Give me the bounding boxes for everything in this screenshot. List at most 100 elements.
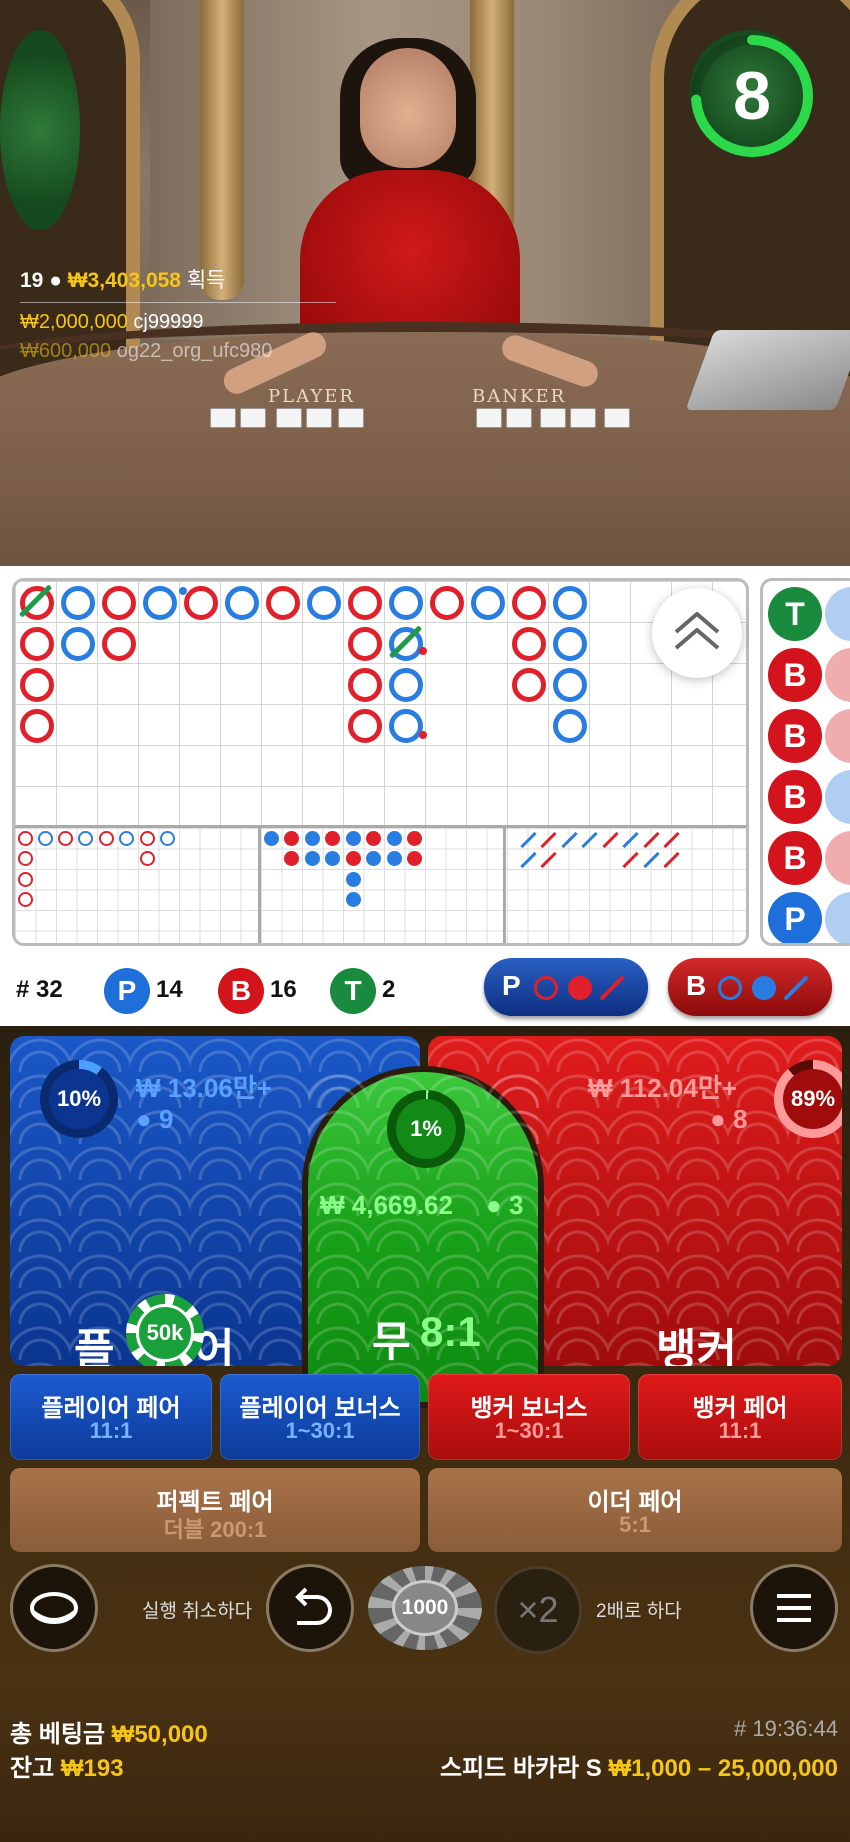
- road-banker-mark: [102, 627, 136, 661]
- player-pair-bet[interactable]: 플레이어 페어 11:1: [10, 1374, 212, 1460]
- banker-bonus-bet[interactable]: 뱅커 보너스 1~30:1: [428, 1374, 630, 1460]
- tie-bet-amount: ₩ 4,669.62: [320, 1190, 453, 1220]
- banker-bettors-count: 8: [732, 1104, 748, 1134]
- expand-roadmap-button[interactable]: [652, 588, 742, 678]
- undo-button[interactable]: [266, 1564, 354, 1652]
- card: [210, 408, 236, 428]
- bead-partial: [825, 587, 850, 641]
- card: [240, 408, 266, 428]
- pair-pip: [419, 647, 427, 655]
- chip-value: 1000: [392, 1580, 458, 1636]
- winners-summary: 19 ● ₩3,403,058 획득: [20, 264, 336, 294]
- bead-road[interactable]: T B B B B P: [760, 578, 850, 946]
- player-label-start: 플: [74, 1326, 115, 1366]
- predict-dot-icon: [752, 976, 776, 1000]
- player-bettors: ● 9: [136, 1104, 173, 1135]
- bead-partial: [825, 831, 850, 885]
- dealer-face: [360, 48, 456, 168]
- winner-row: ₩600,000 og22_org_ufc980: [20, 340, 336, 363]
- undo-label: 실행 취소하다: [142, 1601, 253, 1622]
- person-icon: ●: [136, 1104, 152, 1134]
- banker-percent: 89%: [783, 1069, 842, 1129]
- placed-chip[interactable]: 50k: [126, 1294, 204, 1366]
- small-road-blue: [366, 851, 381, 866]
- predict-player-button[interactable]: P: [484, 958, 648, 1016]
- road-player-mark: [553, 668, 587, 702]
- predict-ring-icon: [718, 976, 742, 1000]
- road-player-mark: [553, 586, 587, 620]
- card: [506, 408, 532, 428]
- bigeye-red: [140, 831, 155, 846]
- predict-dot-icon: [568, 976, 592, 1000]
- winner-row: ₩2,000,000 cj99999: [20, 311, 336, 334]
- bigeye-red: [18, 872, 33, 887]
- road-banker-mark: [20, 668, 54, 702]
- banker-bet-amount: ₩ 112.04만+: [588, 1073, 737, 1103]
- bigeye-red: [18, 892, 33, 907]
- countdown-number: 8: [733, 58, 771, 134]
- divider: [503, 828, 506, 943]
- tie-bettors-count: 3: [508, 1190, 524, 1220]
- either-pair-bet[interactable]: 이더 페어 5:1: [428, 1468, 842, 1552]
- predict-banker-letter: B: [686, 970, 707, 1001]
- player-bet-amount: ₩ 13.06만+: [136, 1073, 272, 1103]
- total-bet-value: ₩50,000: [111, 1721, 208, 1748]
- card: [338, 408, 364, 428]
- small-road-blue: [305, 831, 320, 846]
- predict-banker-button[interactable]: B: [668, 958, 832, 1016]
- perfect-pair-bet[interactable]: 퍼펙트 페어 더블 200:1: [10, 1468, 420, 1552]
- pillar: [200, 0, 244, 300]
- small-road-blue: [346, 892, 361, 907]
- small-road-red: [366, 831, 381, 846]
- person-icon: ●: [49, 269, 62, 292]
- road-player-mark: [389, 586, 423, 620]
- road-banker-mark: [430, 586, 464, 620]
- balance-label: 잔고: [10, 1755, 55, 1782]
- road-banker-mark: [348, 709, 382, 743]
- player-count-badge: P: [104, 968, 150, 1014]
- card-shoe: [685, 330, 850, 410]
- tie-bet-spot[interactable]: 1% ₩ 4,669.62 ● 3 무 8:1: [302, 1066, 544, 1408]
- banker-bettors: ● 8: [710, 1104, 747, 1135]
- placed-chip-value: 50k: [136, 1304, 194, 1362]
- small-road-red: [407, 831, 422, 846]
- banker-count: 16: [270, 976, 297, 1003]
- double-button[interactable]: ×2: [494, 1566, 582, 1654]
- small-road-blue: [325, 851, 340, 866]
- road-banker-mark: [512, 586, 546, 620]
- bigeye-red: [18, 831, 33, 846]
- tie-label: 무: [372, 1318, 411, 1365]
- side-bet-odds: 11:1: [89, 1418, 133, 1443]
- live-video: PLAYER BANKER 8 19 ● ₩3,403,058 획득 ₩2,00…: [0, 0, 850, 566]
- tie-count: 2: [382, 976, 396, 1003]
- bigeye-blue: [160, 831, 175, 846]
- person-icon: ●: [486, 1190, 502, 1220]
- pair-bet-odds: 더블 200:1: [163, 1517, 267, 1542]
- bead-banker: B: [768, 648, 822, 702]
- winners-suffix: 획득: [186, 269, 226, 292]
- table-view-button[interactable]: [10, 1564, 98, 1652]
- chip-selector[interactable]: 1000: [368, 1566, 482, 1650]
- road-player-mark: [553, 627, 587, 661]
- winner-user: og22_org_ufc980: [116, 340, 273, 362]
- winners-panel: 19 ● ₩3,403,058 획득 ₩2,000,000 cj99999 ₩6…: [20, 264, 336, 363]
- road-player-mark: [61, 586, 95, 620]
- road-player-mark: [389, 709, 423, 743]
- player-bettors-count: 9: [158, 1104, 174, 1134]
- table-limits: ₩1,000 – 25,000,000: [608, 1755, 838, 1782]
- predict-ring-icon: [534, 976, 558, 1000]
- player-count: 14: [156, 976, 183, 1003]
- balance-value: ₩193: [60, 1755, 124, 1782]
- banker-pair-bet[interactable]: 뱅커 페어 11:1: [638, 1374, 842, 1460]
- card: [540, 408, 566, 428]
- person-icon: ●: [710, 1104, 726, 1134]
- player-bonus-bet[interactable]: 플레이어 보너스 1~30:1: [220, 1374, 420, 1460]
- big-road[interactable]: [12, 578, 749, 946]
- small-road-red: [407, 851, 422, 866]
- total-bet-label: 총 베팅금: [10, 1721, 105, 1748]
- small-road-red: [284, 831, 299, 846]
- bead-partial: [825, 709, 850, 763]
- menu-button[interactable]: [750, 1564, 838, 1652]
- bead-banker: B: [768, 709, 822, 763]
- card: [604, 408, 630, 428]
